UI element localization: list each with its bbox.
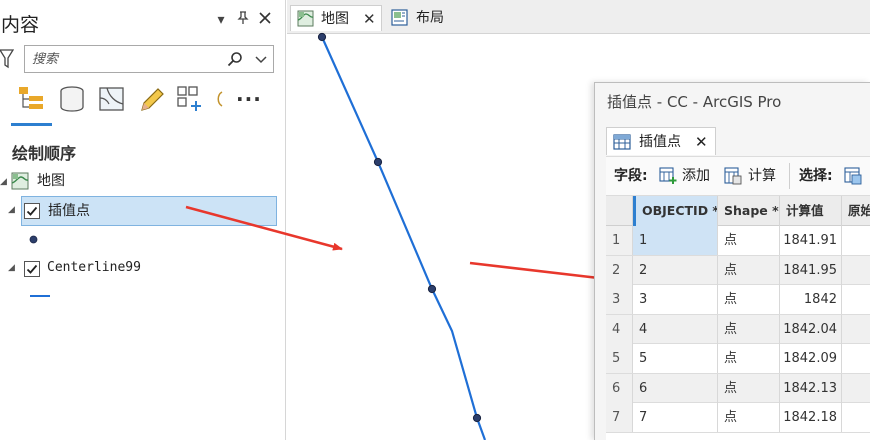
cell-objectid[interactable]: 2: [633, 255, 718, 285]
attribute-table-window[interactable]: 插值点 - CC - ArcGIS Pro 插值点 ✕ 字段: 添加 计算 选择…: [594, 82, 870, 440]
select-by-attributes-icon[interactable]: [844, 167, 862, 185]
add-field-button[interactable]: 添加: [682, 167, 710, 185]
cell-objectid[interactable]: 1: [633, 226, 718, 255]
row-number[interactable]: 1: [606, 226, 633, 255]
table-row[interactable]: 7 7 点 1842.18: [606, 403, 870, 433]
cell-calculated-value[interactable]: 1841.95: [780, 255, 842, 285]
cell-original[interactable]: [842, 256, 870, 285]
window-title: 插值点 - CC - ArcGIS Pro: [607, 93, 782, 111]
cell-shape[interactable]: 点: [718, 226, 780, 255]
row-number[interactable]: 7: [606, 403, 633, 432]
cell-shape[interactable]: 点: [718, 403, 780, 432]
cell-shape[interactable]: 点: [718, 373, 780, 403]
table-row[interactable]: 2 2 点 1841.95: [606, 255, 870, 285]
table-row[interactable]: 3 3 点 1842: [606, 285, 870, 315]
cell-original[interactable]: [842, 403, 870, 432]
toolbar-divider: [789, 163, 790, 189]
table-row[interactable]: 4 4 点 1842.04: [606, 314, 870, 344]
cell-shape[interactable]: 点: [718, 285, 780, 314]
row-number[interactable]: 2: [606, 255, 633, 285]
cell-shape[interactable]: 点: [718, 255, 780, 285]
cell-original[interactable]: [842, 226, 870, 255]
tab-attribute-table[interactable]: 插值点 ✕: [606, 127, 716, 155]
grid-header: OBJECTID * Shape * 计算值 原始: [606, 196, 870, 226]
calculate-field-button[interactable]: 计算: [748, 167, 776, 185]
selection-label: 选择:: [799, 168, 833, 184]
cell-original[interactable]: [842, 315, 870, 344]
cell-objectid[interactable]: 7: [633, 403, 718, 432]
tab-label: 插值点: [639, 134, 681, 150]
fields-label: 字段:: [614, 168, 648, 184]
column-header-calculated-value[interactable]: 计算值: [780, 196, 842, 226]
row-header-corner: [606, 196, 633, 226]
close-tab-icon[interactable]: ✕: [695, 128, 708, 156]
cell-calculated-value[interactable]: 1842: [780, 285, 842, 314]
cell-objectid[interactable]: 6: [633, 373, 718, 403]
cell-original[interactable]: [842, 285, 870, 314]
calculate-field-icon[interactable]: [724, 167, 742, 185]
row-number[interactable]: 5: [606, 344, 633, 373]
column-header-original[interactable]: 原始: [842, 196, 870, 226]
table-toolbar: 字段: 添加 计算 选择:: [606, 156, 870, 196]
cell-calculated-value[interactable]: 1841.91: [780, 226, 842, 255]
cell-calculated-value[interactable]: 1842.04: [780, 314, 842, 344]
table-row[interactable]: 6 6 点 1842.13: [606, 373, 870, 403]
cell-original[interactable]: [842, 344, 870, 373]
cell-calculated-value[interactable]: 1842.09: [780, 344, 842, 373]
cell-calculated-value[interactable]: 1842.18: [780, 403, 842, 432]
cell-shape[interactable]: 点: [718, 344, 780, 373]
row-number[interactable]: 6: [606, 373, 633, 403]
cell-original[interactable]: [842, 374, 870, 403]
cell-calculated-value[interactable]: 1842.13: [780, 373, 842, 403]
cell-objectid[interactable]: 5: [633, 344, 718, 373]
cell-objectid[interactable]: 4: [633, 314, 718, 344]
table-row[interactable]: 5 5 点 1842.09: [606, 344, 870, 374]
column-header-shape[interactable]: Shape *: [718, 196, 780, 226]
attribute-grid[interactable]: OBJECTID * Shape * 计算值 原始 11点1841.9122点1…: [606, 196, 870, 440]
cell-objectid[interactable]: 3: [633, 285, 718, 314]
row-number[interactable]: 3: [606, 285, 633, 314]
row-number[interactable]: 4: [606, 314, 633, 344]
column-header-objectid[interactable]: OBJECTID *: [633, 196, 718, 226]
cell-shape[interactable]: 点: [718, 314, 780, 344]
annotation-arrow: [185, 205, 343, 251]
add-field-icon[interactable]: [659, 167, 677, 185]
table-icon: [613, 134, 631, 150]
table-row[interactable]: 1 1 点 1841.91: [606, 226, 870, 256]
